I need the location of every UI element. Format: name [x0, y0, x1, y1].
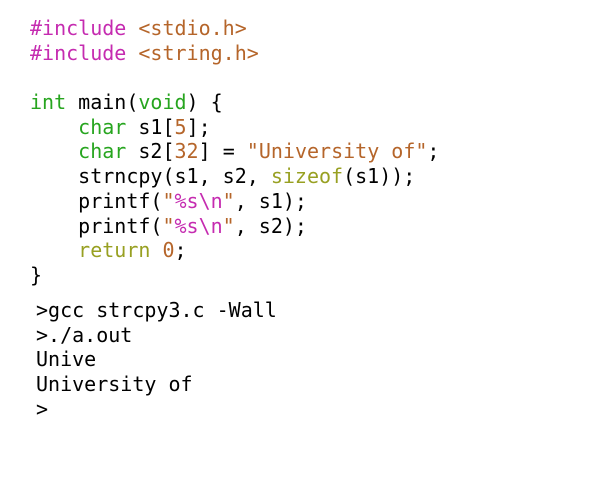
- code-token-plain: strncpy(s1, s2,: [30, 164, 271, 189]
- code-token-preproc: #include: [30, 40, 139, 65]
- code-token-plain: printf(: [30, 188, 163, 213]
- terminal-output: >gcc strcpy3.c -Wall >./a.out Unive Univers…: [36, 298, 277, 421]
- code-token-number: 0: [162, 238, 175, 263]
- code-token-plain: ;: [174, 238, 187, 263]
- code-line: char s1[5];: [30, 115, 439, 140]
- code-token-plain: printf(: [30, 213, 163, 238]
- code-token-plain: ;: [427, 139, 440, 164]
- code-token-header: <stdio.h>: [138, 16, 247, 40]
- code-token-string: ": [222, 213, 235, 238]
- code-token-plain: s1[: [126, 114, 175, 139]
- code-line: }: [30, 263, 439, 288]
- code-token-header: <string.h>: [138, 40, 259, 65]
- code-token-string: ": [162, 188, 175, 213]
- code-line: return 0;: [30, 238, 439, 263]
- terminal-line: >./a.out: [36, 322, 133, 347]
- code-line: int main(void) {: [30, 90, 439, 115]
- terminal-line: >: [36, 396, 49, 421]
- code-line: printf("%s\n", s2);: [30, 214, 439, 239]
- code-line: char s2[32] = "University of";: [30, 139, 439, 164]
- code-token-string: "University of": [246, 139, 428, 164]
- code-token-plain: , s2);: [234, 213, 307, 238]
- code-token-plain: (s1));: [343, 164, 416, 189]
- code-token-number: 5: [174, 114, 187, 139]
- code-token-escape: %s\n: [174, 213, 223, 238]
- code-token-type: char: [78, 139, 127, 164]
- code-line: printf("%s\n", s1);: [30, 189, 439, 214]
- code-token-plain: ];: [186, 114, 211, 139]
- terminal-line: Unive: [36, 347, 97, 372]
- code-token-type: char: [78, 114, 127, 139]
- source-code-listing: #include <stdio.h> #include <string.h> in…: [30, 16, 439, 288]
- terminal-line: >gcc strcpy3.c -Wall: [36, 298, 277, 322]
- code-token-number: 32: [174, 139, 199, 164]
- code-token-string: ": [162, 213, 175, 238]
- code-token-string: ": [222, 188, 235, 213]
- code-line: #include <stdio.h>: [30, 16, 439, 41]
- code-token-escape: %s\n: [174, 188, 223, 213]
- terminal-line: University of: [36, 372, 193, 397]
- code-token-keyword: sizeof: [270, 164, 344, 189]
- code-token-plain: main(: [66, 90, 139, 115]
- code-token-plain: s2[: [126, 139, 175, 164]
- code-token-plain: , s1);: [234, 188, 307, 213]
- code-line: strncpy(s1, s2, sizeof(s1));: [30, 164, 439, 189]
- code-token-keyword: return: [78, 238, 151, 263]
- code-token-preproc: #include: [30, 16, 139, 40]
- code-line: #include <string.h>: [30, 41, 439, 66]
- code-token-type: void: [138, 90, 187, 115]
- code-token-plain: ] =: [198, 139, 247, 164]
- code-token-plain: ) {: [186, 90, 223, 115]
- code-token-type: int: [30, 90, 67, 115]
- code-token-plain: }: [30, 262, 43, 287]
